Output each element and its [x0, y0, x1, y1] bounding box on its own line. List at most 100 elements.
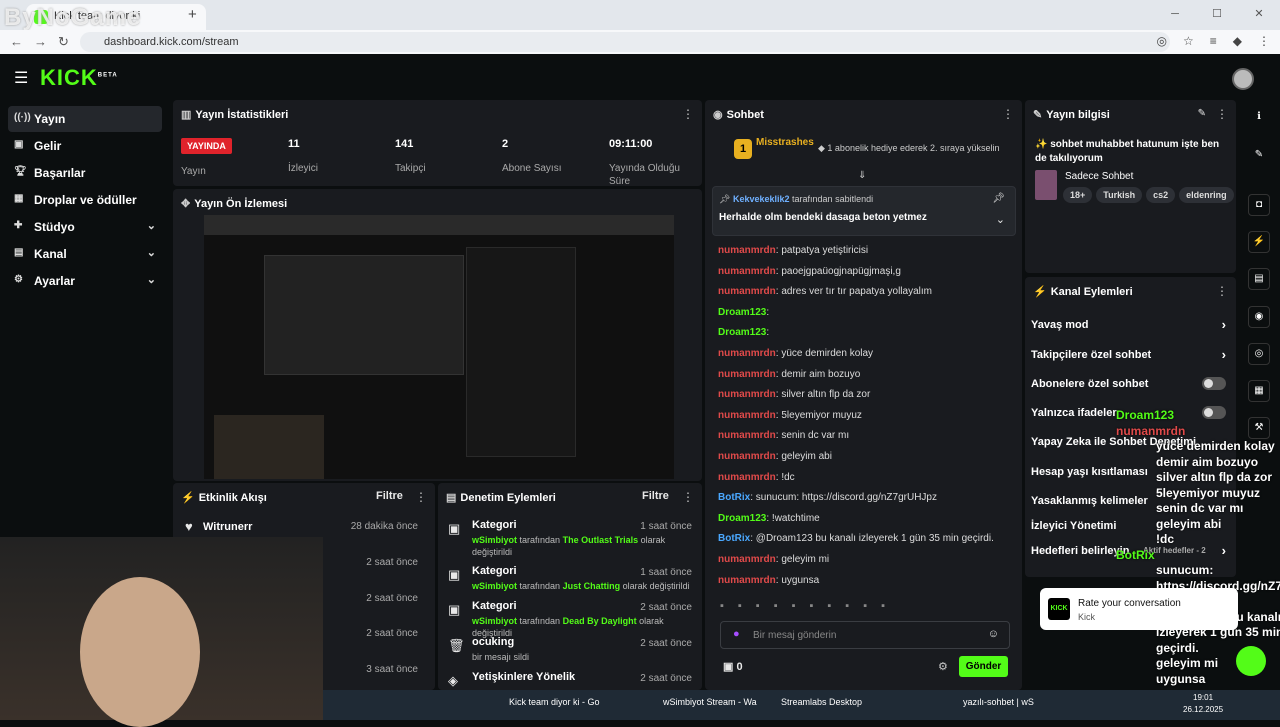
mic-icon[interactable]: ●	[733, 628, 740, 640]
toggle-switch[interactable]	[1202, 406, 1226, 419]
filter-button[interactable]: Filtre	[642, 490, 669, 502]
chat-username[interactable]: Droam123	[718, 307, 766, 318]
taskbar-item[interactable]: Streamlabs Desktop	[781, 697, 862, 707]
chat-message[interactable]: numanmrdn: paoejgpaüogjnapügjmaşi,g	[718, 266, 901, 277]
chat-username[interactable]: Droam123	[718, 327, 766, 338]
chat-username[interactable]: numanmrdn	[718, 430, 776, 441]
eye-off-icon[interactable]: ◎	[1157, 34, 1167, 48]
chat-message[interactable]: numanmrdn: silver altın flp da zor	[718, 389, 870, 400]
chat-message[interactable]: numanmrdn: patpatya yetiştiricisi	[718, 245, 868, 256]
more-icon[interactable]: ⋮	[1216, 284, 1228, 298]
chat-username[interactable]: numanmrdn	[718, 451, 776, 462]
extension-icon[interactable]: ◆	[1233, 34, 1242, 48]
chat-message[interactable]: numanmrdn: senin dc var mı	[718, 430, 849, 441]
sidebar-item-kanal[interactable]: ▤ Kanal ⌄	[8, 241, 162, 267]
maximize-icon[interactable]: ☐	[1196, 0, 1238, 30]
chat-message[interactable]: numanmrdn: uygunsa	[718, 575, 819, 586]
chat-message[interactable]: numanmrdn: demir aim bozuyo	[718, 369, 860, 380]
points-display[interactable]: ▣ 0	[723, 660, 743, 673]
chat-settings-icon[interactable]: ⚙	[938, 660, 948, 673]
filter-button[interactable]: Filtre	[376, 490, 403, 502]
collapse-icon[interactable]: ⇓	[858, 170, 866, 181]
close-icon[interactable]: ✕	[1238, 0, 1280, 30]
pinned-message[interactable]: 📌︎ Kekvekeklik2 tarafından sabitlendi He…	[712, 186, 1016, 236]
chat-username[interactable]: BotRix	[718, 533, 750, 544]
chat-message[interactable]: numanmrdn: adres ver tır tır papatya yol…	[718, 286, 932, 297]
send-button[interactable]: Gönder	[959, 656, 1008, 677]
sidebar-item-studyo[interactable]: ✚ Stüdyo ⌄	[8, 214, 162, 240]
kick-fab[interactable]	[1236, 646, 1266, 676]
chat-message[interactable]: numanmrdn: 5leyemiyor muyuz	[718, 410, 862, 421]
chevron-down-icon[interactable]: ⌄	[996, 213, 1005, 226]
media-icon[interactable]: ≡	[1210, 34, 1217, 48]
chat-message[interactable]: numanmrdn: yüce demirden kolay	[718, 348, 873, 359]
category-name[interactable]: Sadece Sohbet	[1065, 171, 1133, 182]
layout-icon[interactable]: ▦	[1248, 380, 1270, 402]
chat-username[interactable]: numanmrdn	[718, 389, 776, 400]
tool-icon[interactable]: ⚒	[1248, 417, 1270, 439]
url-field[interactable]: dashboard.kick.com/stream	[80, 32, 1170, 52]
chat-input[interactable]: ● Bir mesaj gönderin ☺	[720, 621, 1010, 649]
chat-username[interactable]: numanmrdn	[718, 575, 776, 586]
rate-conversation-toast[interactable]: KICK Rate your conversation Kick	[1040, 588, 1238, 630]
new-tab-icon[interactable]: +	[188, 6, 197, 23]
unpin-icon[interactable]: 📌︎	[992, 193, 1005, 204]
chat-message[interactable]: Droam123:	[718, 327, 769, 338]
toggle-switch[interactable]	[1202, 377, 1226, 390]
more-icon[interactable]: ⋮	[682, 490, 694, 504]
taskbar-item[interactable]: Kick team diyor ki - Go	[509, 697, 600, 707]
subs-only[interactable]: Abonelere özel sohbet	[1031, 377, 1226, 390]
chat-message[interactable]: Droam123: !watchtime	[718, 513, 820, 524]
sidebar-item-basarilar[interactable]: 🏆︎ Başarılar	[8, 160, 162, 186]
chat-username[interactable]: BotRix	[718, 492, 750, 503]
kick-logo[interactable]: KICKBETA	[40, 65, 118, 91]
slow-mode[interactable]: Yavaş mod ›	[1031, 317, 1226, 332]
sidebar-item-gelir[interactable]: ▣ Gelir	[8, 133, 162, 159]
chat-username[interactable]: numanmrdn	[718, 554, 776, 565]
back-icon[interactable]: ←	[10, 34, 23, 49]
edit-icon[interactable]: ✎	[1248, 145, 1270, 167]
broadcast-icon[interactable]: ◎	[1248, 343, 1270, 365]
edit-icon[interactable]: ✎	[1198, 108, 1206, 119]
sidebar-item-yayin[interactable]: ((·)) Yayın	[8, 106, 162, 132]
taskbar-item[interactable]: yazılı-sohbet | wS	[963, 697, 1034, 707]
sidebar-item-droplar[interactable]: ▦ Droplar ve ödüller	[8, 187, 162, 213]
chat-message[interactable]: numanmrdn: geleyim abi	[718, 451, 832, 462]
menu-icon[interactable]: ⋮	[1258, 34, 1270, 48]
chat-username[interactable]: numanmrdn	[718, 472, 776, 483]
sidebar-item-ayarlar[interactable]: ⚙ Ayarlar ⌄	[8, 268, 162, 294]
star-icon[interactable]: ☆	[1183, 34, 1194, 48]
more-icon[interactable]: ⋮	[1216, 107, 1228, 121]
hamburger-icon[interactable]: ☰	[14, 68, 28, 88]
more-icon[interactable]: ⋮	[682, 107, 694, 121]
chat-message[interactable]: BotRix: sunucum: https://discord.gg/nZ7g…	[718, 492, 937, 503]
chat-message[interactable]: BotRix: @Droam123 bu kanalı izleyerek 1 …	[718, 533, 994, 544]
chat-username[interactable]: numanmrdn	[718, 286, 776, 297]
taskbar-item[interactable]: wSimbiyot Stream - Wa	[663, 697, 757, 707]
document-icon[interactable]: ▤	[1248, 268, 1270, 290]
chat-username[interactable]: numanmrdn	[718, 369, 776, 380]
forward-icon[interactable]: →	[34, 34, 47, 49]
emoji-icon[interactable]: ☺	[988, 628, 999, 640]
chat-bubble-icon[interactable]: ◉	[1248, 306, 1270, 328]
chat-username[interactable]: numanmrdn	[718, 266, 776, 277]
user-avatar[interactable]	[1232, 68, 1254, 90]
chat-username[interactable]: Droam123	[718, 513, 766, 524]
stream-preview[interactable]	[204, 215, 674, 479]
emote-bar[interactable]: ▪▪▪▪▪▪▪▪▪▪	[720, 600, 1010, 614]
more-icon[interactable]: ⋮	[1002, 107, 1014, 121]
chat-message[interactable]: Droam123:	[718, 307, 769, 318]
chat-message[interactable]: numanmrdn: geleyim mi	[718, 554, 829, 565]
top-gifter[interactable]: Misstrashes	[756, 137, 814, 148]
chat-username[interactable]: numanmrdn	[718, 245, 776, 256]
chat-username[interactable]: numanmrdn	[718, 348, 776, 359]
reload-icon[interactable]: ↻	[58, 34, 69, 50]
minimize-icon[interactable]: ─	[1154, 0, 1196, 30]
chat-message[interactable]: numanmrdn: !dc	[718, 472, 795, 483]
bolt-icon[interactable]: ⚡	[1248, 231, 1270, 253]
info-icon[interactable]: ℹ	[1248, 107, 1270, 129]
chat-username[interactable]: numanmrdn	[718, 410, 776, 421]
followers-only[interactable]: Takipçilere özel sohbet ›	[1031, 347, 1226, 362]
more-icon[interactable]: ⋮	[415, 490, 427, 504]
camera-icon[interactable]: ◘	[1248, 194, 1270, 216]
